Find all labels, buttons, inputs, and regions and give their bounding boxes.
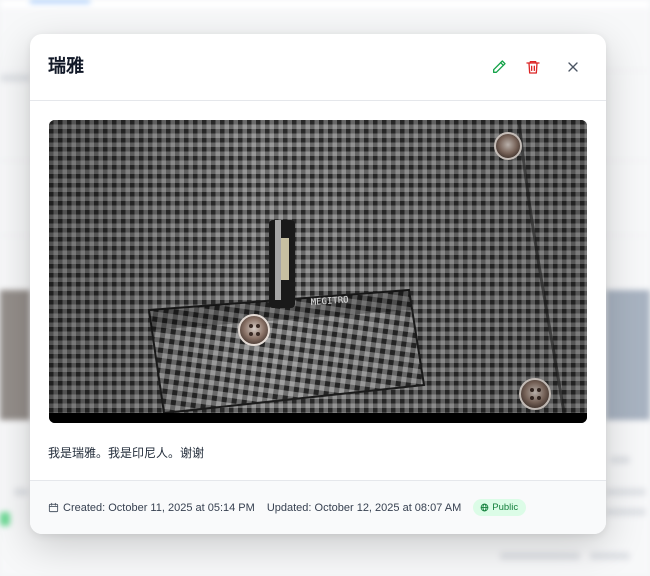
modal-footer: Created: October 11, 2025 at 05:14 PM Up… [30,480,606,534]
edit-button[interactable] [488,56,510,78]
delete-button[interactable] [522,56,544,78]
calendar-icon [48,502,59,513]
visibility-badge: Public [473,499,527,516]
created-timestamp: Created: October 11, 2025 at 05:14 PM [48,502,255,514]
visibility-label: Public [492,502,519,513]
modal-header: 瑞雅 [30,34,606,101]
modal-title: 瑞雅 [48,56,84,76]
image-detail-modal: 瑞雅 我是瑞雅。我是印尼人。谢谢 Created: October 11, 20… [30,34,606,534]
trash-icon [526,61,540,74]
created-text: Created: October 11, 2025 at 05:14 PM [63,501,255,514]
close-button[interactable] [562,56,584,78]
close-icon [568,62,578,72]
pencil-icon [493,60,506,73]
post-image: MEGITRO [49,120,587,423]
post-description: 我是瑞雅。我是印尼人。谢谢 [48,446,205,460]
shirt-photo: MEGITRO [49,120,587,423]
updated-timestamp: Updated: October 12, 2025 at 08:07 AM [267,502,461,514]
updated-text: Updated: October 12, 2025 at 08:07 AM [266,501,462,514]
globe-icon [480,503,489,512]
